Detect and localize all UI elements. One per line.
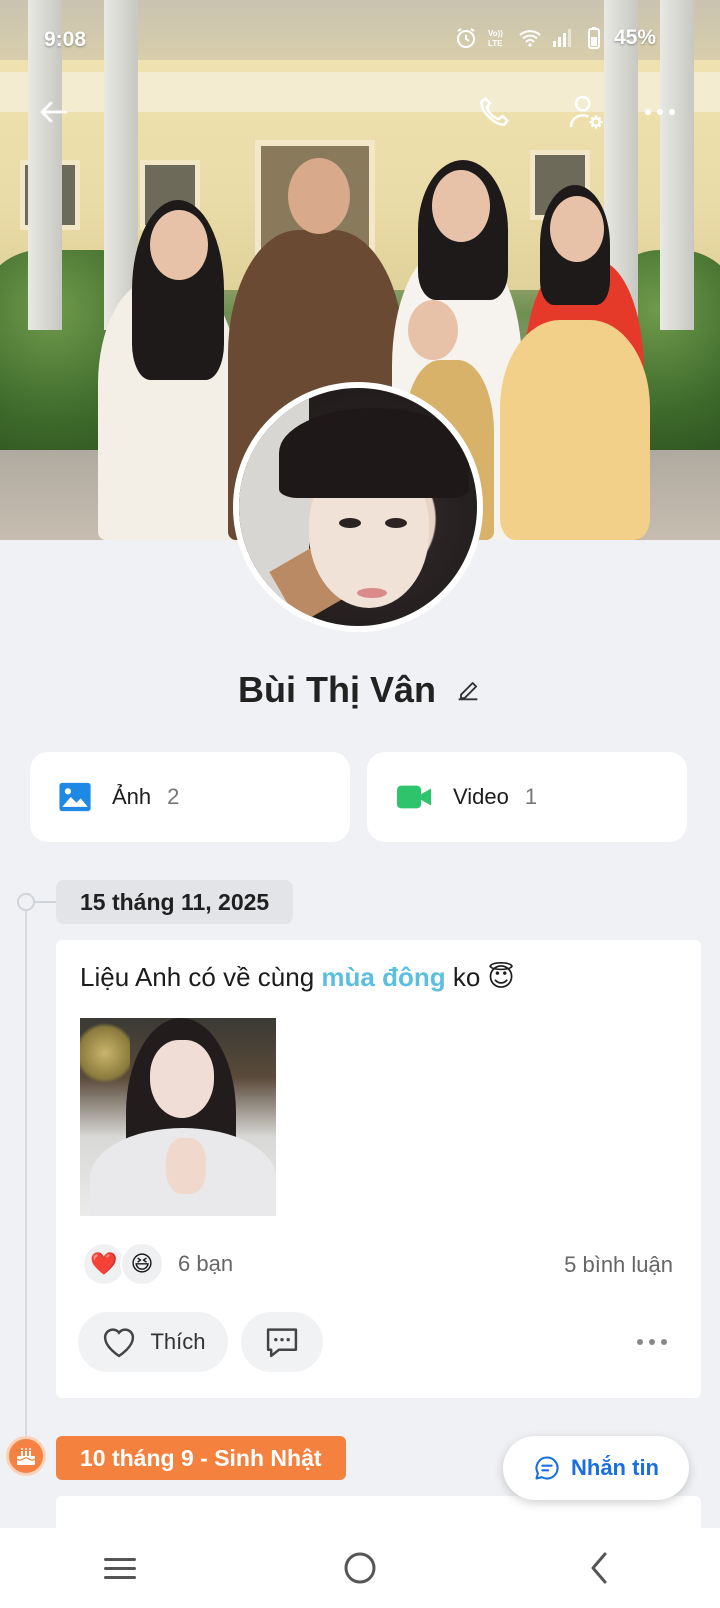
call-button[interactable] [466,84,522,140]
reaction-count: 6 bạn [178,1251,234,1276]
post-text-highlight[interactable]: mùa đông [321,962,445,992]
photos-count: 2 [167,784,180,809]
volte-icon: Vo))LTE [488,29,503,48]
battery-icon [587,27,600,49]
wifi-icon [519,30,541,47]
battery-percent: 45% [613,26,656,49]
photos-card[interactable]: Ảnh 2 [30,752,350,842]
like-label: Thích [150,1329,206,1354]
timeline-line [25,902,27,1452]
edit-pencil-icon[interactable] [454,676,482,704]
top-nav [0,84,720,144]
photos-label: Ảnh [112,784,152,809]
video-camera-icon [397,785,431,809]
profile-settings-button[interactable] [558,84,614,140]
arrow-left-icon [40,101,68,123]
chevron-left-icon [591,1552,607,1584]
post-date: 15 tháng 11, 2025 [56,880,294,924]
post-text: Liệu Anh có về cùng mùa đông ko 😇 [80,962,515,993]
post-emoji: 😇 [487,962,515,992]
message-button[interactable]: Nhắn tin [503,1436,689,1500]
timeline-dot [17,893,35,911]
comment-button[interactable] [241,1312,323,1372]
post-card[interactable]: Liệu Anh có về cùng mùa đông ko 😇 ❤️ 😆 6… [56,940,701,1398]
profile-name-row: Bùi Thị Vân [0,650,720,730]
post-text-before: Liệu Anh có về cùng [80,962,322,992]
system-back-button[interactable] [560,1538,640,1598]
heart-outline-icon [104,1328,135,1358]
more-options-button[interactable] [632,84,688,140]
alarm-icon [456,28,475,48]
like-button[interactable]: Thích [78,1312,228,1372]
comment-icon [266,1328,298,1358]
videos-card[interactable]: Video 1 [367,752,687,842]
post-text-after: ko [445,962,488,992]
svg-text:LTE: LTE [488,39,503,48]
menu-lines-icon [104,1558,136,1579]
recent-apps-button[interactable] [80,1538,160,1598]
laugh-reaction-icon: 😆 [120,1242,164,1286]
birthday-cake-icon [6,1436,46,1476]
image-icon [59,782,91,812]
videos-label: Video [453,784,509,809]
birthday-date-chip: 10 tháng 9 - Sinh Nhật [56,1436,346,1480]
status-bar: 9:08 Vo)) LTE 45% [0,0,720,80]
comment-count[interactable]: 5 bình luận [564,1252,673,1278]
status-time: 9:08 [44,28,87,51]
signal-icon [552,29,571,47]
profile-name: Bùi Thị Vân [238,669,436,710]
system-nav-bar [0,1528,720,1608]
post-photo[interactable] [80,1018,276,1216]
home-button[interactable] [320,1538,400,1598]
profile-screen: 9:08 Vo)) LTE 45% Bùi Thị Vân Ảnh 2 Vide… [0,0,720,1608]
message-button-label: Nhắn tin [571,1455,659,1480]
more-horizontal-icon [637,1339,667,1345]
profile-avatar[interactable] [233,382,483,632]
home-circle-icon [344,1552,376,1584]
svg-text:Vo)): Vo)) [488,29,503,38]
phone-icon [480,97,509,126]
chat-bubble-icon [535,1456,559,1480]
reactions-summary[interactable]: ❤️ 😆 6 bạn [82,1242,233,1286]
user-settings-icon [569,95,603,129]
videos-count: 1 [524,784,538,809]
more-horizontal-icon [645,109,675,115]
back-button[interactable] [26,84,82,140]
post-more-button[interactable] [627,1322,677,1362]
